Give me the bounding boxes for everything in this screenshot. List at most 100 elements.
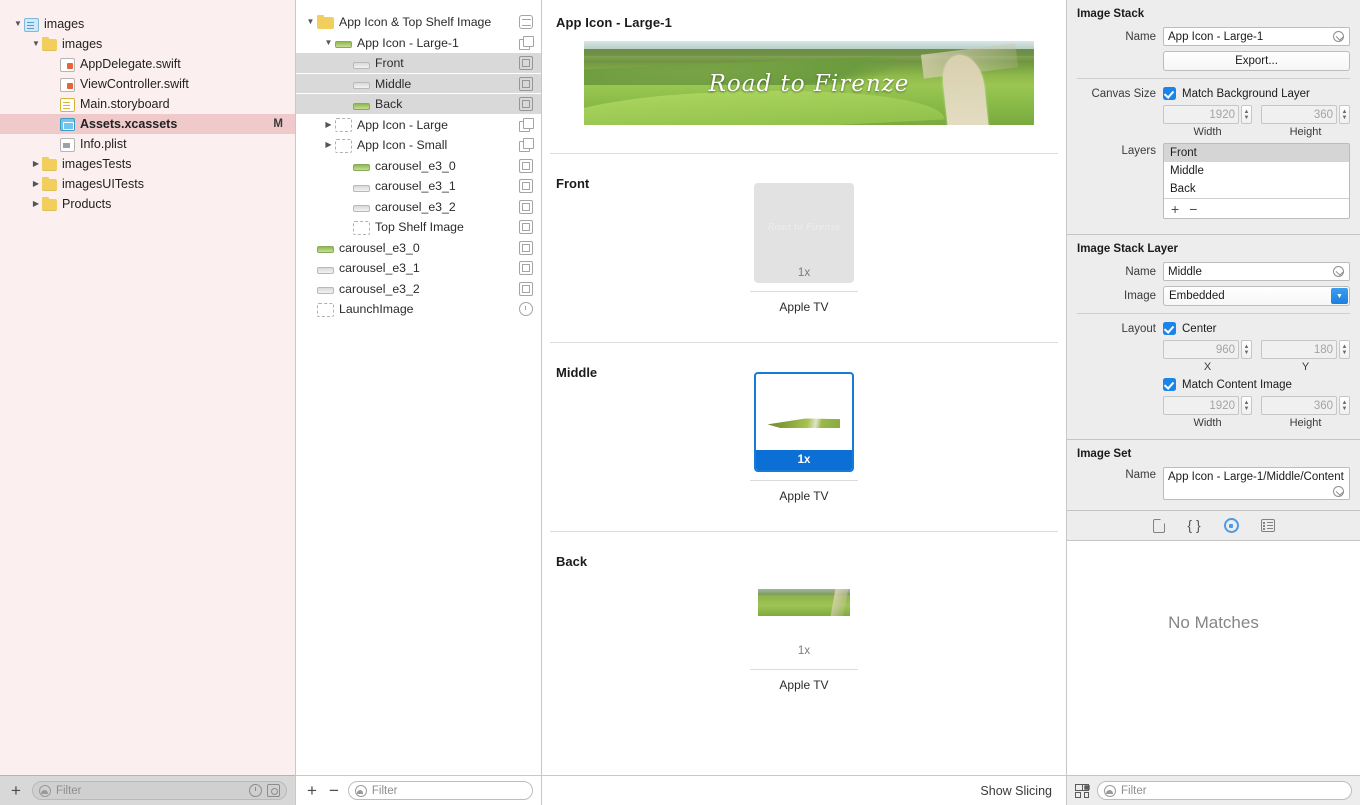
asset-item-app-icon-large-1[interactable]: App Icon - Large-1: [296, 33, 541, 54]
add-file-button[interactable]: +: [8, 782, 24, 799]
library-filter-field[interactable]: Filter: [1097, 781, 1352, 800]
asset-item-app-icon-top-shelf-image[interactable]: App Icon & Top Shelf Image: [296, 12, 541, 33]
nav-item-images[interactable]: images: [0, 14, 295, 34]
layers-list-footer: + −: [1164, 198, 1349, 218]
asset-item-carousel-e3-1[interactable]: carousel_e3_1: [296, 258, 541, 279]
disclosure-triangle-icon[interactable]: [30, 40, 42, 48]
add-asset-button[interactable]: +: [304, 782, 320, 799]
disclosure-triangle-icon[interactable]: [30, 200, 42, 208]
asset-item-top-shelf-image[interactable]: Top Shelf Image: [296, 217, 541, 238]
nav-item-label: ViewController.swift: [80, 77, 189, 91]
navigator-filter-field[interactable]: Filter: [31, 781, 287, 800]
layer-row-front[interactable]: Front: [1164, 144, 1349, 162]
disclosure-triangle-icon[interactable]: [304, 18, 317, 26]
image-well[interactable]: 1x: [754, 372, 854, 472]
asset-item-app-icon-large[interactable]: App Icon - Large: [296, 115, 541, 136]
nav-item-imagestests[interactable]: imagesTests: [0, 154, 295, 174]
asset-item-carousel-e3-2[interactable]: carousel_e3_2: [296, 279, 541, 300]
match-background-layer-checkbox[interactable]: [1163, 87, 1176, 100]
image-well[interactable]: Road to Firenze 1x: [754, 183, 854, 283]
match-content-image-checkbox[interactable]: [1163, 378, 1176, 391]
layer-height-input[interactable]: 360: [1261, 396, 1337, 415]
nav-item-main-storyboard[interactable]: Main.storyboard: [0, 94, 295, 114]
show-slicing-button[interactable]: Show Slicing: [980, 784, 1052, 798]
layer-width-stepper[interactable]: ▲ ▼: [1241, 396, 1252, 415]
project-tree[interactable]: images images AppDelegate.swift ViewControl…: [0, 0, 295, 775]
asset-item-label: Front: [375, 56, 404, 71]
layer-x-input[interactable]: 960: [1163, 340, 1239, 359]
nav-item-viewcontroller-swift[interactable]: ViewController.swift: [0, 74, 295, 94]
remove-layer-button[interactable]: −: [1189, 202, 1197, 216]
grid-view-icon[interactable]: [1075, 783, 1089, 798]
canvas-height-stepper[interactable]: ▲ ▼: [1339, 105, 1350, 124]
asset-item-app-icon-small[interactable]: App Icon - Small: [296, 135, 541, 156]
canvas-width-input[interactable]: 1920: [1163, 105, 1239, 124]
asset-item-launchimage[interactable]: LaunchImage: [296, 299, 541, 320]
layout-row: Layout Center: [1077, 322, 1350, 335]
asset-item-back[interactable]: Back: [296, 94, 541, 115]
asset-item-carousel-e3-0[interactable]: carousel_e3_0: [296, 238, 541, 259]
export-row: Export...: [1077, 51, 1350, 71]
asset-list-body[interactable]: App Icon & Top Shelf Image App Icon - Lar…: [296, 0, 541, 775]
disclosure-triangle-icon[interactable]: [322, 121, 335, 129]
layer-image-popup[interactable]: Embedded ▼: [1163, 286, 1350, 306]
add-layer-button[interactable]: +: [1171, 202, 1179, 216]
clear-icon[interactable]: [1333, 486, 1344, 497]
layer-name-value: Middle: [1168, 265, 1202, 278]
nav-item-images[interactable]: images: [0, 34, 295, 54]
nav-item-label: images: [62, 37, 103, 51]
file-template-icon[interactable]: [1152, 518, 1165, 533]
asset-item-label: Back: [375, 97, 403, 112]
folder-icon: [42, 177, 57, 191]
disclosure-triangle-icon[interactable]: [322, 39, 335, 47]
disclosure-triangle-icon[interactable]: [12, 20, 24, 28]
layer-x-stepper[interactable]: ▲ ▼: [1241, 340, 1252, 359]
focus-icon[interactable]: [267, 784, 280, 797]
image-set-name-field[interactable]: App Icon - Large-1/Middle/Content: [1163, 467, 1350, 500]
nav-item-label: Assets.xcassets: [80, 117, 178, 131]
clock-icon[interactable]: [249, 784, 262, 797]
media-library-icon[interactable]: [1223, 518, 1239, 533]
canvas-width-stepper[interactable]: ▲ ▼: [1241, 105, 1252, 124]
nav-item-products[interactable]: Products: [0, 194, 295, 214]
nav-item-appdelegate-swift[interactable]: AppDelegate.swift: [0, 54, 295, 74]
nav-item-label: Info.plist: [80, 137, 127, 151]
search-icon: [38, 784, 51, 797]
nav-item-imagesuitests[interactable]: imagesUITests: [0, 174, 295, 194]
canvas-width-label: Width: [1193, 126, 1222, 138]
clear-icon[interactable]: [1333, 31, 1344, 42]
image-well[interactable]: 1x: [754, 561, 854, 661]
image-stack-name-field[interactable]: App Icon - Large-1: [1163, 27, 1350, 46]
asset-catalog-list: App Icon & Top Shelf Image App Icon - Lar…: [296, 0, 542, 805]
export-button[interactable]: Export...: [1163, 51, 1350, 71]
library-content: No Matches: [1067, 541, 1360, 775]
disclosure-triangle-icon[interactable]: [30, 180, 42, 188]
asset-item-middle[interactable]: Middle: [296, 73, 541, 94]
layer-height-stepper[interactable]: ▲ ▼: [1339, 396, 1350, 415]
disclosure-triangle-icon[interactable]: [30, 160, 42, 168]
nav-item-info-plist[interactable]: Info.plist: [0, 134, 295, 154]
layer-width-input[interactable]: 1920: [1163, 396, 1239, 415]
asset-thumbnail-icon: [353, 82, 370, 90]
object-library-icon[interactable]: [1260, 519, 1275, 532]
asset-item-front[interactable]: Front: [296, 53, 541, 74]
clear-icon[interactable]: [1333, 266, 1344, 277]
remove-asset-button[interactable]: −: [326, 782, 342, 799]
nav-item-assets-xcassets[interactable]: Assets.xcassets M: [0, 114, 295, 134]
canvas-height-input[interactable]: 360: [1261, 105, 1337, 124]
asset-filter-field[interactable]: Filter: [347, 781, 533, 800]
asset-item-carousel-e3-1[interactable]: carousel_e3_1: [296, 176, 541, 197]
center-checkbox[interactable]: [1163, 322, 1176, 335]
asset-item-carousel-e3-0[interactable]: carousel_e3_0: [296, 156, 541, 177]
layer-name-field[interactable]: Middle: [1163, 262, 1350, 281]
layers-list[interactable]: Front Middle Back + −: [1163, 143, 1350, 219]
layer-y-input[interactable]: 180: [1261, 340, 1337, 359]
layer-y-stepper[interactable]: ▲ ▼: [1339, 340, 1350, 359]
disclosure-triangle-icon[interactable]: [322, 141, 335, 149]
code-snippet-icon[interactable]: { }: [1187, 518, 1202, 533]
layer-row-back[interactable]: Back: [1164, 180, 1349, 198]
layer-row-middle[interactable]: Middle: [1164, 162, 1349, 180]
library-bottom-bar: Filter: [1067, 775, 1360, 805]
library-filter-placeholder: Filter: [1121, 784, 1147, 797]
asset-item-carousel-e3-2[interactable]: carousel_e3_2: [296, 197, 541, 218]
